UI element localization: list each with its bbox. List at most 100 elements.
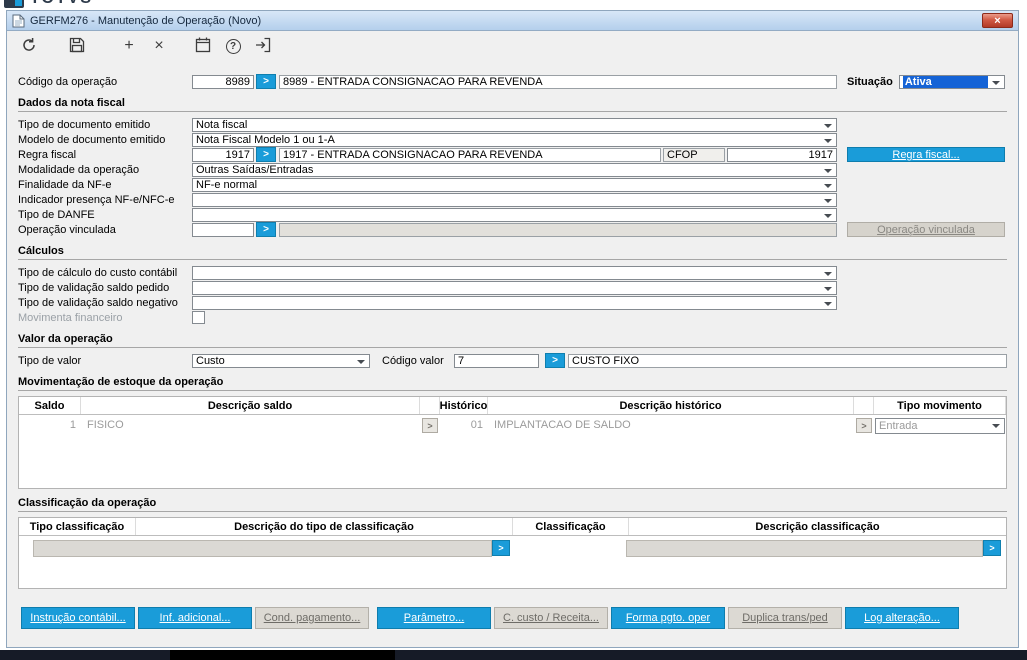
historico-lookup-button[interactable]: >: [422, 418, 438, 433]
saldo-pedido-select[interactable]: [192, 280, 837, 295]
parametro-button[interactable]: Parâmetro...: [377, 607, 491, 629]
header-descricao-saldo: Descrição saldo: [81, 397, 420, 414]
indicador-presenca-select[interactable]: [192, 192, 837, 207]
chevron-down-icon: [824, 271, 832, 280]
custo-contabil-select[interactable]: [192, 265, 837, 280]
tipo-danfe-select[interactable]: [192, 207, 837, 222]
header-tipo-classificacao: Tipo classificação: [19, 518, 136, 535]
lookup-arrow-icon: >: [263, 149, 269, 160]
chevron-down-icon: [824, 286, 832, 295]
duplica-trans-ped-button[interactable]: Duplica trans/ped: [728, 607, 842, 629]
finalidade-select[interactable]: NF-e normal: [192, 177, 837, 192]
footer-buttons: Instrução contábil... Inf. adicional... …: [18, 607, 1007, 629]
gerfm276-window: GERFM276 - Manutenção de Operação (Novo)…: [6, 10, 1019, 648]
indicador-presenca-row: Indicador presença NF-e/NFC-e: [18, 192, 1007, 207]
saldo-negativo-row: Tipo de validação saldo negativo: [18, 295, 1007, 310]
tipo-valor-label: Tipo de valor: [18, 354, 82, 367]
movimenta-financeiro-row: Movimenta financeiro: [18, 310, 1007, 325]
tipo-movimento-select[interactable]: Entrada: [875, 417, 1005, 434]
lookup-arrow-icon: >: [552, 355, 558, 366]
lookup-arrow-icon: >: [498, 543, 504, 553]
regra-fiscal-input[interactable]: [192, 147, 254, 162]
cell-historico: 01: [470, 419, 483, 431]
cond-pagamento-button[interactable]: Cond. pagamento...: [255, 607, 369, 629]
desktop-background: TOTVS GERFM276 - Manutenção de Operação …: [0, 0, 1027, 660]
section-calculos-title: Cálculos: [18, 245, 1007, 260]
save-button[interactable]: [65, 34, 89, 58]
add-button[interactable]: +: [117, 34, 141, 58]
close-button[interactable]: ×: [982, 13, 1013, 28]
forma-pgto-oper-button[interactable]: Forma pgto. oper: [611, 607, 725, 629]
delete-button[interactable]: ×: [147, 34, 171, 58]
situacao-select[interactable]: Ativa: [898, 74, 1005, 89]
operation-code-lookup-button[interactable]: >: [256, 74, 276, 89]
lookup-arrow-icon: >: [263, 76, 269, 87]
calendar-icon: [195, 37, 211, 56]
c-custo-receita-button[interactable]: C. custo / Receita...: [494, 607, 608, 629]
totvs-logo-text: TOTVS: [30, 0, 93, 8]
operacao-vinculada-label: Operação vinculada: [18, 223, 116, 236]
operacao-vinculada-input[interactable]: [192, 222, 254, 237]
movimenta-financeiro-checkbox[interactable]: [192, 311, 205, 324]
delete-icon: ×: [154, 37, 164, 54]
header-descricao-historico: Descrição histórico: [488, 397, 854, 414]
classificacao-table: Tipo classificação Descrição do tipo de …: [18, 517, 1007, 589]
exit-button[interactable]: [251, 34, 275, 58]
cfop-label: CFOP: [663, 147, 725, 162]
cell-descricao-historico: IMPLANTACAO DE SALDO: [494, 419, 631, 431]
table-row[interactable]: > >: [19, 536, 1006, 558]
modalidade-select[interactable]: Outras Saídas/Entradas: [192, 162, 837, 177]
codigo-valor-lookup-button[interactable]: >: [545, 353, 565, 368]
help-button[interactable]: ?: [221, 34, 245, 58]
chevron-down-icon: [992, 80, 1000, 89]
header-descricao-tipo-classificacao: Descrição do tipo de classificação: [136, 518, 513, 535]
chevron-down-icon: [824, 138, 832, 147]
regra-fiscal-row: Regra fiscal > 1917 - ENTRADA CONSIGNACA…: [18, 147, 1007, 162]
chevron-down-icon: [824, 198, 832, 207]
undo-button[interactable]: [17, 34, 41, 58]
historico-desc-lookup-button[interactable]: >: [856, 418, 872, 433]
saldo-negativo-select[interactable]: [192, 295, 837, 310]
chevron-down-icon: [992, 423, 1000, 432]
finalidade-label: Finalidade da NF-e: [18, 178, 112, 191]
descricao-tipo-classificacao-field: [33, 539, 492, 557]
custo-contabil-row: Tipo de cálculo do custo contábil: [18, 265, 1007, 280]
section-valor-title: Valor da operação: [18, 333, 1007, 348]
tipo-danfe-label: Tipo de DANFE: [18, 208, 95, 221]
classificacao-lookup-button[interactable]: >: [983, 540, 1001, 556]
tipo-documento-label: Tipo de documento emitido: [18, 118, 151, 131]
calendar-button[interactable]: [191, 34, 215, 58]
tipo-documento-select[interactable]: Nota fiscal: [192, 117, 837, 132]
operacao-vinculada-lookup-button[interactable]: >: [256, 222, 276, 237]
operacao-vinculada-button[interactable]: Operação vinculada: [847, 222, 1005, 237]
exit-icon: [255, 37, 271, 56]
taskbar-segment: [170, 650, 395, 660]
finalidade-row: Finalidade da NF-e NF-e normal: [18, 177, 1007, 192]
cfop-value-field: [727, 147, 837, 162]
saldo-pedido-row: Tipo de validação saldo pedido: [18, 280, 1007, 295]
operacao-vinculada-description-field: [279, 222, 837, 237]
instrucao-contabil-button[interactable]: Instrução contábil...: [21, 607, 135, 629]
log-alteracao-button[interactable]: Log alteração...: [845, 607, 959, 629]
operation-code-input[interactable]: [192, 74, 254, 89]
modalidade-label: Modalidade da operação: [18, 163, 140, 176]
cell-descricao-saldo: FISICO: [87, 419, 124, 431]
operacao-vinculada-row: Operação vinculada > Operação vinculada: [18, 222, 1007, 237]
table-row[interactable]: 1 FISICO > 01 IMPLANTACAO DE SALDO > Ent…: [19, 415, 1006, 436]
titlebar[interactable]: GERFM276 - Manutenção de Operação (Novo)…: [7, 11, 1018, 31]
chevron-down-icon: [824, 123, 832, 132]
codigo-valor-input[interactable]: [454, 353, 539, 368]
inf-adicional-button[interactable]: Inf. adicional...: [138, 607, 252, 629]
section-nota-fiscal-title: Dados da nota fiscal: [18, 97, 1007, 112]
operation-code-label: Código da operação: [18, 75, 118, 88]
totvs-logo: TOTVS: [4, 0, 134, 10]
modelo-documento-select[interactable]: Nota Fiscal Modelo 1 ou 1-A: [192, 132, 837, 147]
tipo-classificacao-lookup-button[interactable]: >: [492, 540, 510, 556]
add-icon: +: [124, 37, 134, 54]
regra-fiscal-lookup-button[interactable]: >: [256, 147, 276, 162]
regra-fiscal-button[interactable]: Regra fiscal...: [847, 147, 1005, 162]
tipo-valor-select[interactable]: Custo: [192, 353, 370, 368]
cell-saldo: 1: [69, 419, 76, 431]
lookup-arrow-icon: >: [861, 420, 867, 431]
descricao-classificacao-field: [626, 539, 983, 557]
